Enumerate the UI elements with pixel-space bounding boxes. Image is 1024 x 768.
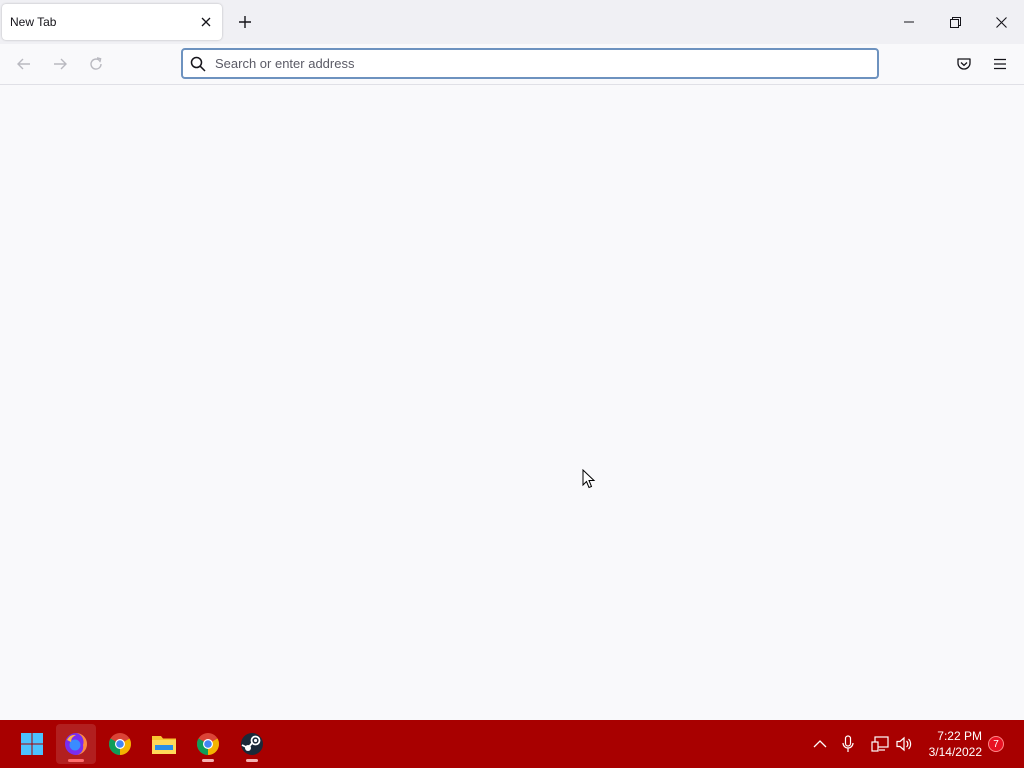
- microphone-button[interactable]: [836, 732, 860, 756]
- steam-icon: [241, 733, 263, 755]
- taskbar-chrome[interactable]: [100, 724, 140, 764]
- running-indicator: [246, 759, 258, 762]
- volume-icon: [896, 736, 912, 752]
- back-button[interactable]: [12, 52, 36, 76]
- close-window-button[interactable]: [978, 0, 1024, 44]
- firefox-icon: [65, 733, 87, 755]
- clock-date: 3/14/2022: [928, 745, 982, 759]
- taskbar-clock[interactable]: 7:22 PM 3/14/2022: [922, 728, 982, 760]
- address-bar[interactable]: [181, 48, 879, 79]
- taskbar-steam[interactable]: [232, 724, 272, 764]
- new-tab-button[interactable]: [233, 10, 257, 34]
- chrome-icon: [197, 733, 219, 755]
- folder-icon: [152, 736, 176, 754]
- microphone-icon: [842, 735, 854, 752]
- running-indicator: [202, 759, 214, 762]
- taskbar-firefox[interactable]: [56, 724, 96, 764]
- address-input[interactable]: [215, 53, 855, 74]
- chrome-icon: [109, 733, 131, 755]
- start-button[interactable]: [12, 724, 52, 764]
- page-content[interactable]: [0, 85, 1024, 720]
- network-icon: [871, 736, 889, 752]
- restore-button[interactable]: [932, 0, 978, 44]
- show-hidden-icons-button[interactable]: [808, 732, 832, 756]
- tab-title: New Tab: [10, 15, 57, 29]
- browser-titlebar: New Tab: [0, 0, 1024, 44]
- pocket-button[interactable]: [952, 52, 976, 76]
- search-icon: [190, 56, 206, 72]
- taskbar: 7:22 PM 3/14/2022 7: [0, 720, 1024, 768]
- network-button[interactable]: [868, 732, 892, 756]
- navigation-toolbar: [0, 44, 1024, 85]
- active-indicator: [68, 759, 84, 762]
- tab-new-tab[interactable]: New Tab: [2, 4, 222, 40]
- clock-time: 7:22 PM: [937, 729, 982, 743]
- taskbar-file-explorer[interactable]: [144, 724, 184, 764]
- forward-button[interactable]: [48, 52, 72, 76]
- volume-button[interactable]: [892, 732, 916, 756]
- mouse-cursor-icon: [582, 469, 596, 489]
- windows-icon: [21, 733, 43, 755]
- close-tab-icon[interactable]: [196, 12, 216, 32]
- chevron-up-icon: [813, 740, 827, 748]
- taskbar-chrome-2[interactable]: [188, 724, 228, 764]
- reload-button[interactable]: [84, 52, 108, 76]
- minimize-button[interactable]: [886, 0, 932, 44]
- menu-button[interactable]: [988, 52, 1012, 76]
- notification-badge[interactable]: 7: [988, 736, 1004, 752]
